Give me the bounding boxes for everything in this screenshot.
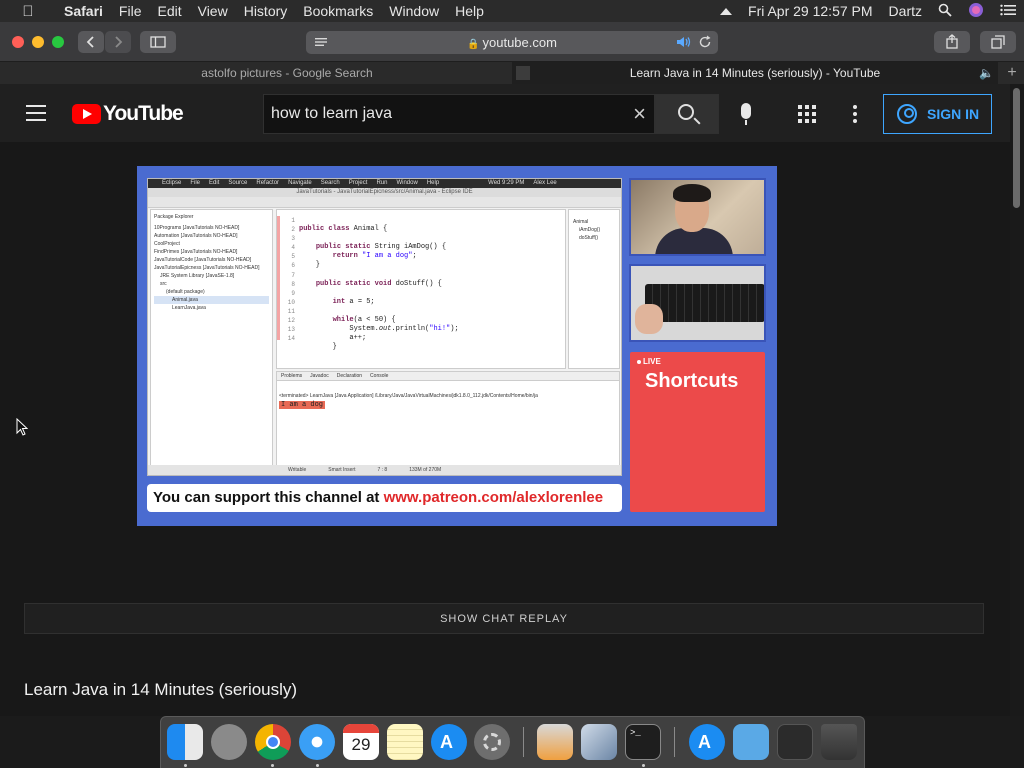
safari-toolbar: 🔒 youtube.com xyxy=(0,22,1024,62)
spotlight-search-icon[interactable] xyxy=(930,3,960,20)
chrome-icon[interactable] xyxy=(255,724,291,760)
downloads-folder-icon[interactable] xyxy=(733,724,769,760)
eject-icon[interactable] xyxy=(712,3,740,19)
sidebar-toggle-button[interactable] xyxy=(140,31,176,53)
menu-safari[interactable]: Safari xyxy=(56,0,111,22)
sign-in-button[interactable]: SIGN IN xyxy=(883,94,992,134)
line-numbers: 1 2 3 4 5 6 7 8 9 10 11 12 13 14 xyxy=(287,217,295,343)
console-view: Problems Javadoc Declaration Console <termi… xyxy=(276,371,620,467)
finder-icon[interactable] xyxy=(167,724,203,760)
tab-google-search[interactable]: astolfo pictures - Google Search xyxy=(62,62,512,84)
tab-youtube[interactable]: Learn Java in 14 Minutes (seriously) - Y… xyxy=(512,62,998,84)
minimize-window-button[interactable] xyxy=(32,36,44,48)
tab-favicon-icon xyxy=(516,66,530,80)
video-title: Learn Java in 14 Minutes (seriously) xyxy=(24,680,298,699)
menu-help[interactable]: Help xyxy=(447,0,492,22)
lock-icon: 🔒 xyxy=(467,39,480,50)
preview-icon[interactable] xyxy=(581,724,617,760)
outline-view: Animal iAmDog() doStuff() xyxy=(568,209,620,369)
notes-icon[interactable] xyxy=(387,724,423,760)
user-name[interactable]: Dartz xyxy=(881,3,930,19)
live-badge: LIVE xyxy=(637,357,661,366)
ide-status-bar: Writable Smart Insert 7 : 8 133M of 270M xyxy=(148,465,621,475)
forward-button[interactable] xyxy=(105,31,131,53)
menu-edit[interactable]: Edit xyxy=(149,0,189,22)
ide-toolbar xyxy=(148,197,621,208)
console-output: I am a dog xyxy=(279,401,326,409)
youtube-logo-icon[interactable] xyxy=(72,104,101,124)
tab-title: Learn Java in 14 Minutes (seriously) - Y… xyxy=(629,66,881,80)
shortcuts-title: Shortcuts xyxy=(645,370,739,392)
apps-grid-icon[interactable] xyxy=(798,105,816,123)
voice-search-icon[interactable] xyxy=(741,103,751,125)
console-terminated-line: <terminated> LearnJava [Java Application… xyxy=(279,393,538,399)
apple-menu-icon[interactable]:  xyxy=(0,3,56,20)
youtube-logo-text[interactable]: YouTube xyxy=(103,102,184,126)
new-tab-button[interactable]: + xyxy=(1000,62,1024,84)
app-store-downloads-icon[interactable]: A xyxy=(689,724,725,760)
more-options-icon[interactable] xyxy=(853,105,857,126)
code-editor: 1 2 3 4 5 6 7 8 9 10 11 12 13 14 public class Animal … xyxy=(276,209,566,369)
menu-file[interactable]: File xyxy=(111,0,150,22)
system-preferences-icon[interactable] xyxy=(474,724,510,760)
ide-menu-bar: Eclipse File Edit Source Refactor Navigate Sea… xyxy=(148,179,621,188)
page-scrollbar[interactable] xyxy=(1010,84,1024,716)
video-player[interactable]: Eclipse File Edit Source Refactor Navigate Sea… xyxy=(137,166,777,526)
dock: 29 A >_ A xyxy=(160,716,865,768)
menu-history[interactable]: History xyxy=(236,0,296,22)
fullscreen-window-button[interactable] xyxy=(52,36,64,48)
hamburger-menu-icon[interactable] xyxy=(26,105,46,126)
account-icon xyxy=(897,104,917,124)
terminal-icon[interactable]: >_ xyxy=(625,724,661,760)
trash-icon[interactable] xyxy=(821,724,857,760)
clear-search-icon[interactable]: × xyxy=(633,101,646,127)
clock[interactable]: Fri Apr 29 12:57 PM xyxy=(740,3,881,19)
menu-bar:  Safari File Edit View History Bookmark… xyxy=(0,0,1024,22)
tab-audio-icon[interactable]: 🔈 xyxy=(979,62,994,84)
back-button[interactable] xyxy=(78,31,104,53)
audio-playing-icon[interactable] xyxy=(676,35,692,52)
menu-view[interactable]: View xyxy=(190,0,236,22)
scrollbar-thumb[interactable] xyxy=(1013,88,1020,208)
tab-bar: astolfo pictures - Google Search Learn J… xyxy=(0,62,1024,84)
chrome-window-thumbnail-icon[interactable] xyxy=(777,724,813,760)
eclipse-ide-screenshot: Eclipse File Edit Source Refactor Navigate Sea… xyxy=(147,178,622,476)
search-icon xyxy=(678,104,694,120)
search-input[interactable]: how to learn java × xyxy=(263,94,655,134)
reload-icon[interactable] xyxy=(698,35,712,52)
safari-icon[interactable] xyxy=(299,724,335,760)
tab-title: astolfo pictures - Google Search xyxy=(201,66,373,80)
webcam-face-image xyxy=(629,178,766,256)
java-code: public class Animal { public static Stri… xyxy=(299,225,459,352)
menu-bookmarks[interactable]: Bookmarks xyxy=(295,0,381,22)
app-store-icon[interactable]: A xyxy=(431,724,467,760)
share-button[interactable] xyxy=(934,31,970,53)
siri-icon[interactable] xyxy=(960,2,992,21)
launchpad-icon[interactable] xyxy=(211,724,247,760)
live-shortcuts-panel: LIVE Shortcuts xyxy=(630,352,765,512)
youtube-page: YouTube how to learn java × SIGN IN Ecli… xyxy=(0,84,1024,716)
support-banner: You can support this channel at www.patr… xyxy=(147,484,622,512)
close-window-button[interactable] xyxy=(12,36,24,48)
package-explorer: Package Explorer 10Programs [JavaTutoria… xyxy=(150,209,273,467)
calendar-icon[interactable]: 29 xyxy=(343,724,379,760)
url-text: youtube.com xyxy=(482,35,557,50)
tab-overview-button[interactable] xyxy=(980,31,1016,53)
sign-in-label: SIGN IN xyxy=(927,106,980,122)
address-bar[interactable]: 🔒 youtube.com xyxy=(306,31,718,54)
webcam-keyboard-image xyxy=(629,264,766,342)
youtube-header: YouTube how to learn java × SIGN IN xyxy=(0,84,1010,142)
search-query[interactable]: how to learn java xyxy=(271,105,392,123)
search-button[interactable] xyxy=(655,94,719,134)
archive-utility-icon[interactable] xyxy=(537,724,573,760)
notification-center-icon[interactable] xyxy=(992,3,1024,19)
ide-title: JavaTutorials - JavaTutorialEpicness/src… xyxy=(148,188,621,197)
menu-window[interactable]: Window xyxy=(381,0,447,22)
show-chat-replay-button[interactable]: SHOW CHAT REPLAY xyxy=(24,603,984,634)
